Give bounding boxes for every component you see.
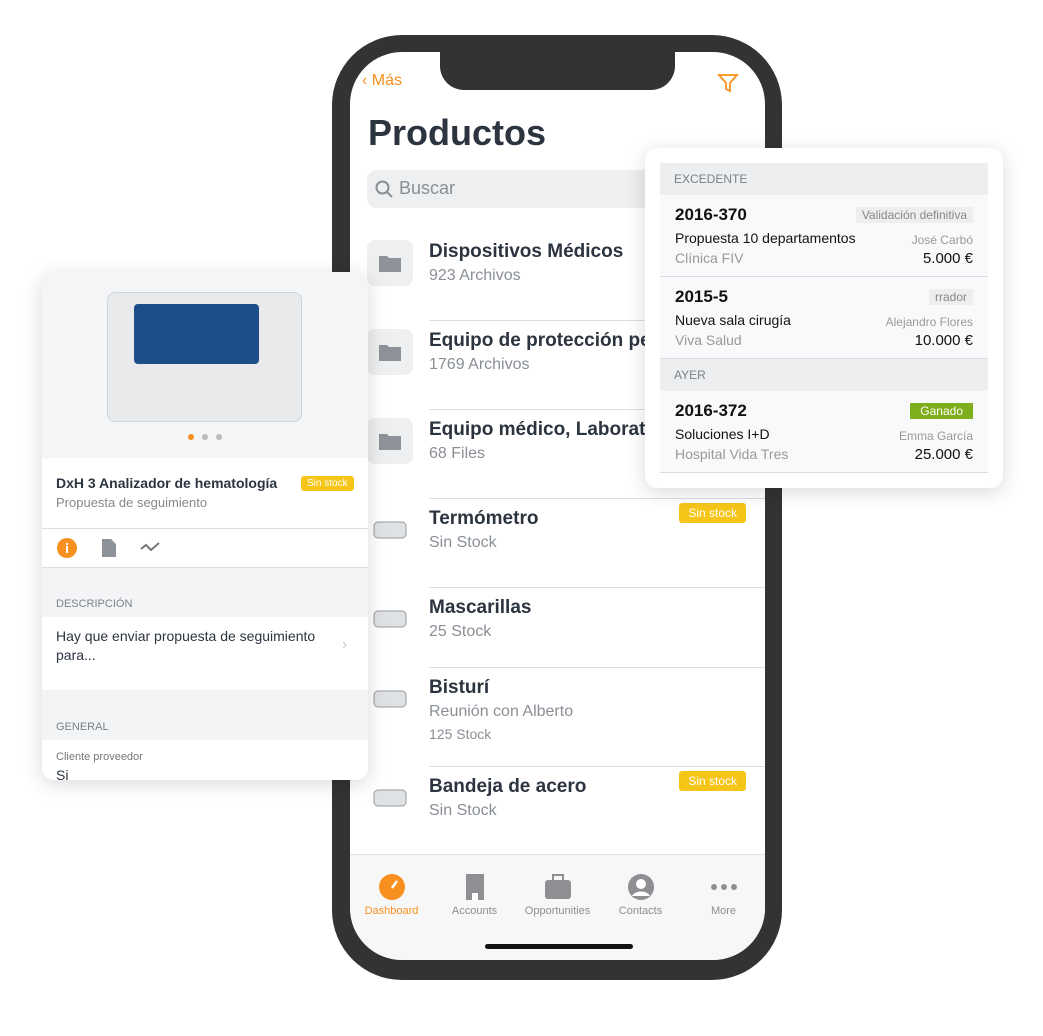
product-title: Equipo médico, Laborato — [429, 419, 658, 440]
opportunity-client: Viva Salud — [675, 332, 742, 348]
tab-label: More — [710, 905, 737, 917]
monitor-image — [367, 507, 413, 553]
opportunity-owner: Emma García — [898, 429, 973, 443]
activity-icon[interactable] — [140, 540, 160, 559]
opportunity-client: Hospital Vida Tres — [675, 446, 789, 462]
building-icon — [465, 874, 484, 900]
section-header: EXCEDENTE — [660, 163, 988, 195]
opportunities-card: EXCEDENTE 2016-370 Propuesta 10 departam… — [645, 148, 1003, 488]
field-value: Si — [56, 767, 69, 780]
product-title: Termómetro — [429, 508, 539, 529]
product-subtitle: 1769 Archivos — [429, 356, 530, 373]
home-indicator — [485, 944, 633, 949]
folder-icon — [367, 329, 413, 375]
info-icon[interactable] — [57, 538, 77, 563]
scalpel-image — [367, 676, 413, 722]
product-subtitle: 68 Files — [429, 445, 486, 462]
opportunity-name: Nueva sala cirugía — [675, 312, 791, 328]
opportunity-client: Clínica FIV — [675, 250, 744, 266]
mask-image — [367, 596, 413, 642]
opportunity-amount: 10.000 € — [914, 332, 973, 349]
product-row[interactable]: Bandeja de acero Sin Stock Sin stock — [350, 767, 765, 856]
opportunity-id: 2016-372 — [675, 401, 747, 420]
more-icon — [710, 884, 737, 890]
stock-badge: Sin stock — [679, 771, 746, 791]
detail-title: DxH 3 Analizador de hematología — [56, 475, 278, 491]
tab-contacts[interactable]: Contacts — [599, 873, 682, 917]
stock-badge: Sin stock — [301, 476, 354, 491]
status-badge: Ganado — [910, 403, 973, 419]
opportunity-id: 2016-370 — [675, 205, 747, 224]
stock-badge: Sin stock — [679, 503, 746, 523]
product-row[interactable]: Termómetro Sin Stock Sin stock — [350, 499, 765, 588]
description-text[interactable]: Hay que enviar propuesta de seguimiento … — [56, 627, 326, 665]
field-label: Cliente proveedor — [56, 751, 143, 763]
product-title: Bandeja de acero — [429, 776, 587, 797]
tab-more[interactable]: More — [682, 873, 765, 917]
description-header: DESCRIPCIÓN — [56, 598, 133, 610]
dashboard-icon — [378, 874, 405, 900]
document-icon[interactable] — [102, 539, 116, 562]
product-title: Mascarillas — [429, 597, 532, 618]
search-placeholder: Buscar — [399, 178, 456, 198]
chevron-right-icon: › — [342, 636, 348, 653]
contact-icon — [627, 874, 654, 900]
status-badge: Validación definitiva — [855, 207, 973, 223]
opportunity-amount: 25.000 € — [914, 446, 973, 463]
product-image — [42, 272, 368, 458]
tab-dashboard[interactable]: Dashboard — [350, 873, 433, 917]
opportunity-amount: 5.000 € — [922, 250, 973, 267]
opportunity-row[interactable]: 2016-372 Soluciones I+D Hospital Vida Tr… — [660, 391, 988, 473]
status-badge: rrador — [928, 289, 973, 305]
section-header: AYER — [660, 359, 988, 391]
opportunity-row[interactable]: 2016-370 Propuesta 10 departamentos Clín… — [660, 195, 988, 277]
back-label: Más — [371, 72, 403, 89]
opportunity-name: Propuesta 10 departamentos — [675, 230, 856, 246]
opportunity-id: 2015-5 — [675, 287, 728, 306]
back-button[interactable]: ‹ Más — [362, 72, 402, 90]
tab-accounts[interactable]: Accounts — [433, 873, 516, 917]
product-subtitle: 923 Archivos — [429, 267, 521, 284]
product-subtitle: Sin Stock — [429, 534, 497, 551]
product-row[interactable]: Mascarillas 25 Stock — [350, 588, 765, 668]
product-subtitle: 25 Stock — [429, 623, 492, 640]
tab-label: Contacts — [618, 905, 663, 917]
product-title: Equipo de protección pe — [429, 330, 651, 351]
product-stock: 125 Stock — [429, 726, 492, 742]
detail-subtitle: Propuesta de seguimiento — [56, 495, 208, 510]
folder-icon — [367, 240, 413, 286]
notch — [440, 52, 675, 90]
page-title: Productos — [368, 112, 547, 153]
product-title: Bisturí — [429, 677, 490, 698]
tab-opportunities[interactable]: Opportunities — [516, 873, 599, 917]
search-icon — [375, 180, 393, 198]
filter-icon[interactable] — [717, 72, 739, 99]
folder-icon — [367, 418, 413, 464]
product-subtitle: Sin Stock — [429, 802, 497, 819]
product-row[interactable]: Bisturí Reunión con Alberto 125 Stock — [350, 668, 765, 767]
general-header: GENERAL — [56, 721, 109, 733]
product-title: Dispositivos Médicos — [429, 241, 624, 262]
opportunity-owner: José Carbó — [911, 233, 973, 247]
tab-label: Accounts — [451, 905, 498, 917]
tab-label: Dashboard — [364, 905, 419, 917]
opportunity-name: Soluciones I+D — [675, 426, 770, 442]
tab-label: Opportunities — [524, 905, 591, 917]
briefcase-icon — [544, 874, 571, 899]
product-subtitle: Reunión con Alberto — [429, 703, 574, 720]
opportunity-owner: Alejandro Flores — [885, 315, 973, 329]
tray-image — [367, 775, 413, 821]
product-detail-card: DxH 3 Analizador de hematología Sin stoc… — [42, 272, 368, 780]
opportunity-row[interactable]: 2015-5 Nueva sala cirugía Viva Salud rra… — [660, 277, 988, 359]
